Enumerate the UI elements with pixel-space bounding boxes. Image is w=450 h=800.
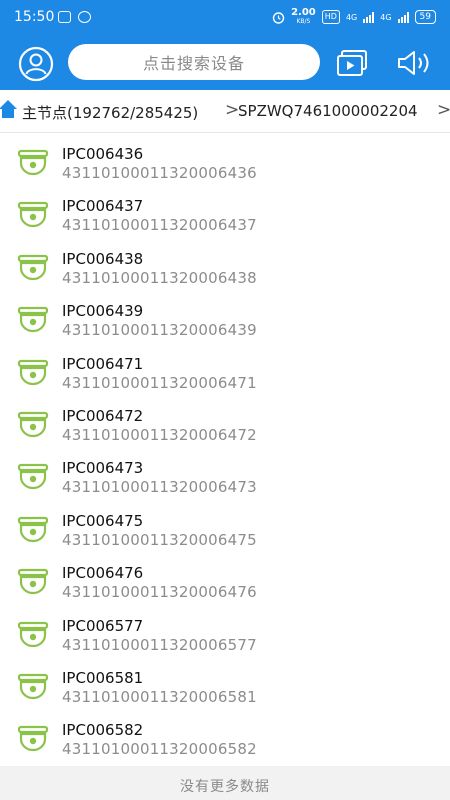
search-input[interactable]: 点击搜索设备 [68, 44, 320, 80]
device-list-item[interactable]: IPC006582 43110100011320006582 [0, 709, 450, 761]
user-avatar-icon[interactable] [18, 46, 54, 82]
wechat-icon [78, 11, 91, 23]
breadcrumb: 主节点(192762/285425) > SPZWQ7461000002204 … [0, 90, 450, 133]
device-code: 43110100011320006473 [62, 478, 257, 497]
alarm-clock-icon [272, 11, 285, 24]
video-playback-icon[interactable] [336, 48, 368, 78]
device-list-item[interactable]: IPC006577 43110100011320006577 [0, 605, 450, 657]
status-time: 15:50 [14, 9, 55, 25]
battery-level: 59 [414, 10, 436, 24]
signal-label-1: 4G [345, 12, 358, 22]
signal-bars-2-icon [397, 11, 409, 23]
device-name: IPC006476 [62, 564, 144, 583]
device-code: 43110100011320006581 [62, 687, 257, 706]
device-list-item[interactable]: IPC006436 43110100011320006436 [0, 133, 450, 185]
status-indicators: 2.00 KB/S HD 4G 4G 59 [272, 8, 436, 26]
device-list-item[interactable]: IPC006473 43110100011320006473 [0, 447, 450, 499]
device-name: IPC006577 [62, 616, 144, 635]
device-code: 43110100011320006439 [62, 321, 257, 340]
device-list-item[interactable]: IPC006438 43110100011320006438 [0, 238, 450, 290]
device-name: IPC006439 [62, 302, 144, 321]
home-icon[interactable] [0, 99, 18, 119]
device-code: 43110100011320006582 [62, 740, 257, 759]
device-list: IPC006436 43110100011320006436 IPC006437… [0, 133, 450, 762]
dome-camera-icon [17, 307, 49, 333]
device-list-item[interactable]: IPC006475 43110100011320006475 [0, 500, 450, 552]
dome-camera-icon [17, 411, 49, 438]
device-name: IPC006473 [62, 459, 144, 478]
device-name: IPC006436 [62, 145, 144, 163]
device-name: IPC006475 [62, 511, 144, 530]
net-speed: 2.00 KB/S [291, 8, 316, 26]
signal-bars-1-icon [363, 11, 375, 23]
device-name: IPC006471 [62, 354, 144, 373]
no-more-data-label: 没有更多数据 [180, 779, 270, 795]
device-list-item[interactable]: IPC006581 43110100011320006581 [0, 657, 450, 709]
device-list-item[interactable]: IPC006437 43110100011320006437 [0, 185, 450, 237]
device-name: IPC006582 [62, 721, 144, 740]
dome-camera-icon [17, 464, 49, 490]
signal-label-2: 4G [380, 12, 392, 22]
dome-camera-icon [17, 149, 49, 176]
net-speed-unit: KB/S [296, 18, 311, 25]
app-header: 点击搜索设备 [0, 36, 450, 90]
dome-camera-icon [17, 621, 49, 647]
list-footer: 没有更多数据 [0, 766, 450, 800]
device-name: IPC006437 [62, 197, 144, 216]
device-code: 43110100011320006472 [62, 425, 257, 444]
speaker-icon[interactable] [396, 48, 434, 78]
device-code: 43110100011320006476 [62, 583, 257, 602]
breadcrumb-current[interactable]: SPZWQ7461000002204 [238, 102, 418, 120]
net-speed-value: 2.00 [291, 7, 316, 18]
device-list-item[interactable]: IPC006471 43110100011320006471 [0, 343, 450, 395]
device-name: IPC006472 [62, 406, 144, 425]
device-code: 43110100011320006436 [62, 164, 257, 182]
status-bar: 15:50 2.00 KB/S HD 4G 4G 59 [0, 0, 450, 36]
device-name: IPC006581 [62, 668, 144, 687]
device-code: 43110100011320006438 [62, 268, 257, 287]
device-list-item[interactable]: IPC006472 43110100011320006472 [0, 395, 450, 447]
dome-camera-icon [17, 254, 49, 280]
dome-camera-icon [17, 516, 49, 542]
dome-camera-icon [17, 359, 49, 385]
device-code: 43110100011320006471 [62, 373, 257, 392]
dome-camera-icon [17, 569, 49, 595]
device-code: 43110100011320006475 [62, 530, 257, 549]
dome-camera-icon [17, 726, 49, 752]
dome-camera-icon [17, 673, 49, 700]
device-code: 43110100011320006437 [62, 216, 257, 235]
device-code: 43110100011320006577 [62, 635, 257, 654]
hd-badge: HD [321, 10, 340, 24]
breadcrumb-root[interactable]: 主节点(192762/285425) [22, 102, 198, 123]
device-name: IPC006438 [62, 249, 144, 268]
breadcrumb-separator-icon: > [437, 100, 450, 120]
dome-camera-icon [17, 202, 49, 228]
message-app-icon [58, 11, 71, 23]
device-list-item[interactable]: IPC006439 43110100011320006439 [0, 290, 450, 342]
device-list-item[interactable]: IPC006476 43110100011320006476 [0, 552, 450, 604]
